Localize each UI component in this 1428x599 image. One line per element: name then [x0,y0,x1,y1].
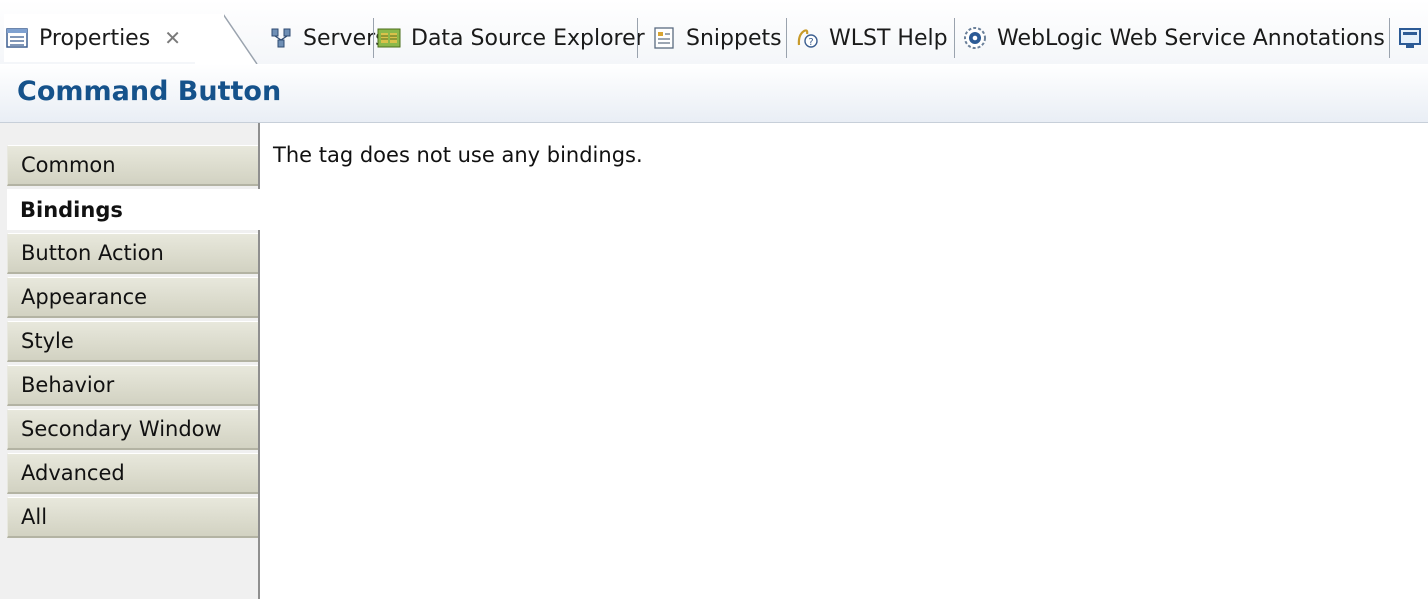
tab-properties-label: Properties [39,25,151,51]
bindings-content-panel: The tag does not use any bindings. [260,123,1428,599]
category-item-label: All [21,505,48,529]
tab-data-source-explorer-label: Data Source Explorer [411,25,645,51]
category-item-label: Secondary Window [21,417,222,441]
properties-header: Command Button [0,64,1428,123]
category-item-label: Common [21,153,116,177]
category-item-style[interactable]: Style [7,321,258,362]
category-item-common[interactable]: Common [7,145,258,186]
tab-wlst-help-label: WLST Help [829,25,948,51]
category-item-secondary-window[interactable]: Secondary Window [7,409,258,450]
category-item-label: Advanced [21,461,125,485]
tab-separator [373,18,374,58]
view-tab-bar: Properties ✕ Servers Data Source Explore… [0,0,1428,65]
category-item-label: Behavior [21,373,115,397]
bindings-message: The tag does not use any bindings. [273,143,643,167]
category-item-label: Button Action [21,241,164,265]
overflow-view-icon [1397,25,1423,51]
tab-servers-label: Servers [303,25,387,51]
weblogic-annotations-icon [962,25,988,51]
close-icon[interactable]: ✕ [164,26,181,50]
tab-properties[interactable]: Properties ✕ [4,14,224,62]
tab-snippets[interactable]: Snippets [651,14,782,62]
tab-separator [954,18,955,58]
tab-servers[interactable]: Servers [268,14,387,62]
servers-icon [268,25,294,51]
tab-data-source-explorer[interactable]: Data Source Explorer [376,14,645,62]
category-item-label: Appearance [21,285,148,309]
tab-weblogic-annotations-label: WebLogic Web Service Annotations [997,25,1385,51]
category-item-advanced[interactable]: Advanced [7,453,258,494]
category-item-behavior[interactable]: Behavior [7,365,258,406]
category-item-label: Bindings [20,197,123,222]
category-item-all[interactable]: All [7,497,258,538]
category-item-appearance[interactable]: Appearance [7,277,258,318]
tab-wlst-help[interactable]: ? WLST Help [794,14,948,62]
tab-separator [786,18,787,58]
tab-snippets-label: Snippets [686,25,782,51]
tab-overflow-view[interactable] [1397,14,1428,62]
category-item-bindings[interactable]: Bindings [7,189,260,230]
property-category-list: Common Bindings Button Action Appearance… [7,145,260,541]
data-source-explorer-icon [376,25,402,51]
tab-separator [1389,18,1390,58]
svg-text:?: ? [808,37,813,48]
properties-icon [4,25,30,51]
category-item-label: Style [21,329,74,353]
property-category-pane: Common Bindings Button Action Appearance… [0,123,260,599]
category-item-button-action[interactable]: Button Action [7,233,258,274]
tab-separator [637,18,638,58]
snippets-icon [651,25,677,51]
page-title: Command Button [17,76,282,107]
tab-weblogic-annotations[interactable]: WebLogic Web Service Annotations [962,14,1385,62]
wlst-help-icon: ? [794,25,820,51]
